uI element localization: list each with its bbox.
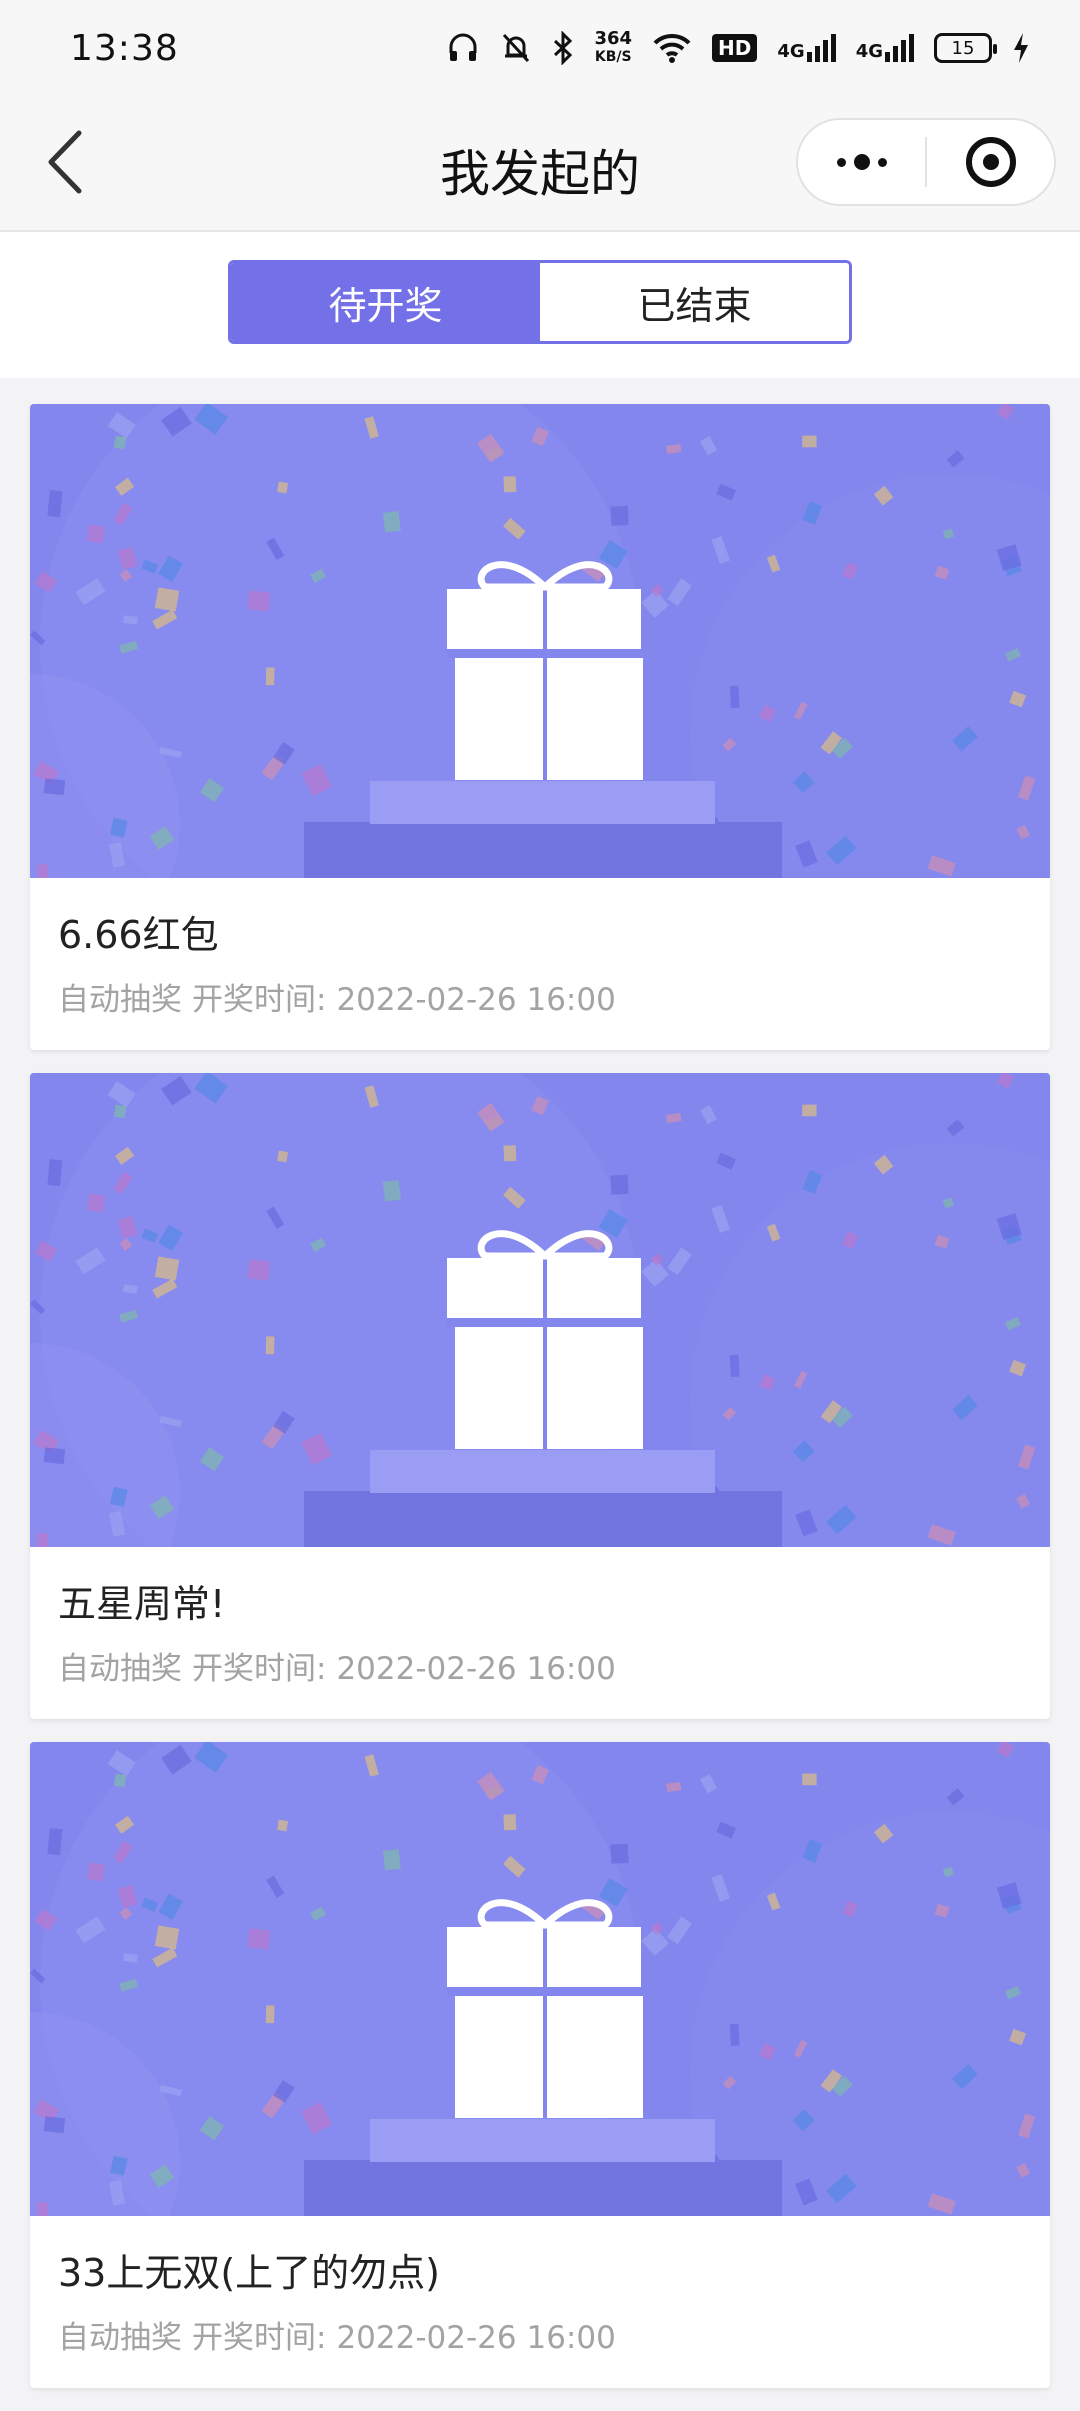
tab-pending[interactable]: 待开奖 xyxy=(231,263,540,341)
card-title: 6.66红包 xyxy=(58,913,219,957)
draw-mode: 自动抽奖 xyxy=(58,1651,182,1687)
signal-bars-icon xyxy=(806,34,836,62)
card-meta: 自动抽奖 开奖时间: 2022-02-26 16:00 xyxy=(58,1643,1022,1688)
status-bar: 13:38 364 KB/S HD 4G 4G 15 xyxy=(0,0,1080,96)
network-speed: 364 KB/S xyxy=(594,30,632,66)
bell-mute-icon xyxy=(500,31,532,65)
draw-time-label: 开奖时间: xyxy=(192,2320,327,2356)
charging-icon xyxy=(1012,32,1030,64)
speed-value: 364 xyxy=(594,28,633,49)
signal-bars-icon xyxy=(885,34,914,62)
lottery-card[interactable]: 五星周常! 自动抽奖 开奖时间: 2022-02-26 16:00 xyxy=(30,1073,1050,1719)
wifi-icon xyxy=(652,32,692,64)
status-time: 13:38 xyxy=(70,27,179,69)
card-title: 33上无双(上了的勿点) xyxy=(58,2251,441,2295)
target-icon xyxy=(965,137,1016,187)
more-dots-icon xyxy=(836,154,887,170)
card-banner xyxy=(30,1073,1050,1547)
card-title: 五星周常! xyxy=(58,1582,226,1626)
tab-ended[interactable]: 已结束 xyxy=(540,263,849,341)
bluetooth-icon xyxy=(552,31,574,65)
more-button[interactable] xyxy=(798,120,925,204)
status-icons: 364 KB/S HD 4G 4G 15 xyxy=(446,30,1030,66)
draw-time-label: 开奖时间: xyxy=(192,1651,327,1687)
speed-unit: KB/S xyxy=(594,49,632,65)
tabs-area: 待开奖 已结束 xyxy=(0,232,1080,378)
battery-icon: 15 xyxy=(934,33,997,63)
card-banner xyxy=(30,404,1050,878)
gift-icon xyxy=(30,1742,1050,2216)
headphones-icon xyxy=(446,31,480,65)
mini-program-capsule xyxy=(796,118,1056,206)
segmented-tabs: 待开奖 已结束 xyxy=(228,260,852,344)
navigation-bar: 我发起的 xyxy=(0,96,1080,232)
battery-level: 15 xyxy=(951,37,975,59)
draw-mode: 自动抽奖 xyxy=(58,982,182,1018)
draw-time: 2022-02-26 16:00 xyxy=(336,1651,616,1687)
draw-time-label: 开奖时间: xyxy=(192,982,327,1018)
lottery-card[interactable]: 6.66红包 自动抽奖 开奖时间: 2022-02-26 16:00 xyxy=(30,404,1050,1050)
gift-icon xyxy=(30,404,1050,878)
draw-time: 2022-02-26 16:00 xyxy=(336,2320,616,2356)
close-button[interactable] xyxy=(927,120,1054,204)
card-meta: 自动抽奖 开奖时间: 2022-02-26 16:00 xyxy=(58,2312,1022,2357)
draw-mode: 自动抽奖 xyxy=(58,2320,182,2356)
draw-time: 2022-02-26 16:00 xyxy=(336,982,616,1018)
signal-2: 4G xyxy=(856,34,914,62)
lottery-card[interactable]: 33上无双(上了的勿点) 自动抽奖 开奖时间: 2022-02-26 16:00 xyxy=(30,1742,1050,2388)
lottery-list: 6.66红包 自动抽奖 开奖时间: 2022-02-26 16:00 五星周常! 自… xyxy=(30,404,1050,2411)
card-banner xyxy=(30,1742,1050,2216)
gift-icon xyxy=(30,1073,1050,1547)
network-type-2: 4G xyxy=(855,41,883,62)
network-type-1: 4G xyxy=(777,41,805,62)
card-meta: 自动抽奖 开奖时间: 2022-02-26 16:00 xyxy=(58,974,1022,1019)
signal-1: 4G xyxy=(777,34,836,62)
hd-badge: HD xyxy=(712,34,758,62)
